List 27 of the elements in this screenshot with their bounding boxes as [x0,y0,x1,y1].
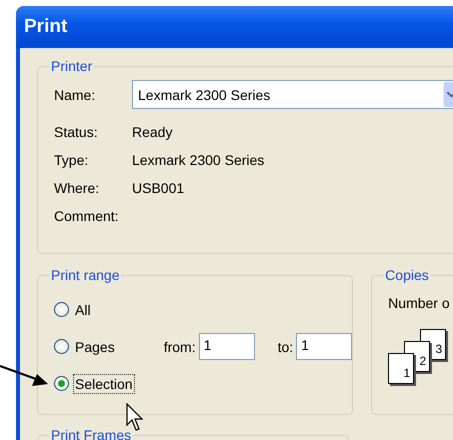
printer-dropdown[interactable]: Lexmark 2300 Series [132,80,453,109]
field-value: USB001 [132,180,184,196]
group-title: Print range [51,267,120,283]
radio-label[interactable]: All [73,300,93,320]
window-title: Print [24,16,68,38]
annotation-arrow [0,364,50,388]
field-value: Ready [132,124,172,140]
radio-label[interactable]: Selection [73,374,135,394]
to-page-field[interactable]: 1 [296,333,352,360]
radio-button[interactable] [54,376,69,391]
collate-drawing: 1 2 3 [388,329,448,385]
group-title: Print Frames [51,427,132,440]
group-title: Printer [51,58,92,74]
group-title: Copies [385,267,429,283]
field-value: Lexmark 2300 Series [132,152,264,168]
field-label: to: [278,338,294,354]
radio-button[interactable] [54,339,69,354]
field-label: Type: [54,152,90,168]
from-page-field[interactable]: 1 [198,333,255,360]
field-label: Number o [388,295,451,311]
field-label: Comment: [54,208,120,224]
field-label: Where: [54,180,100,196]
field-label: from: [164,338,196,354]
radio-button[interactable] [54,302,69,317]
field-label: Status: [54,124,99,140]
field-label: Name: [54,86,96,102]
radio-label[interactable]: Pages [73,336,117,356]
